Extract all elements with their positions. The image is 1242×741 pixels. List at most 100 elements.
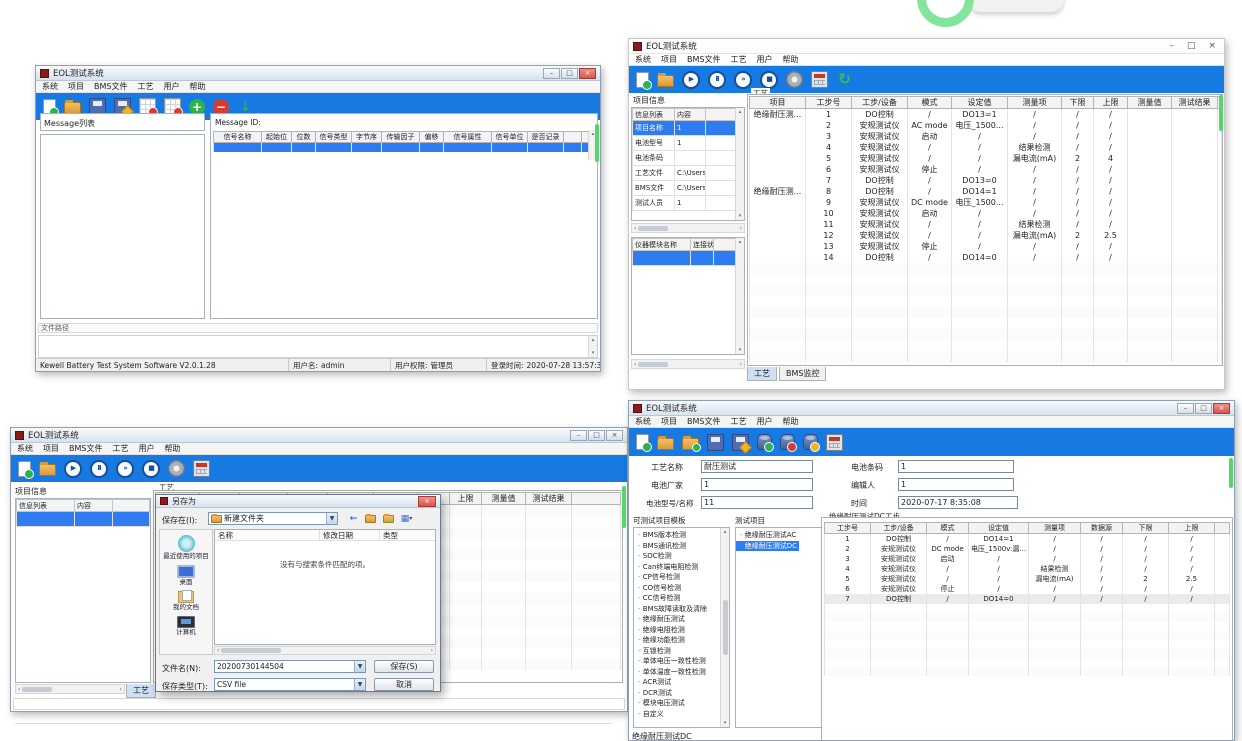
template-item[interactable]: BMS版本检测	[634, 530, 720, 541]
column-header-type[interactable]: 类型	[380, 530, 435, 540]
menu-item[interactable]: 项目	[43, 443, 59, 454]
table-row[interactable]: 项目名称1	[633, 121, 737, 136]
menu-item[interactable]: 项目	[661, 54, 677, 65]
disc-icon[interactable]	[786, 71, 803, 88]
save-in-combo[interactable]: 新建文件夹 ▼	[208, 512, 338, 525]
db-add-icon[interactable]	[757, 434, 772, 450]
modules-vscrollbar[interactable]: ▴ ▾	[735, 238, 744, 354]
new-folder-icon[interactable]	[381, 512, 396, 525]
new-file-icon[interactable]	[636, 434, 649, 450]
table-row[interactable]: 1DO控制/DO14=1////	[825, 534, 1230, 545]
template-item[interactable]: ACR测试	[634, 677, 720, 688]
column-header[interactable]: 工步/设备	[871, 523, 927, 534]
close-button[interactable]: ×	[606, 430, 623, 441]
column-header[interactable]: 信息列表	[17, 500, 75, 512]
table-row[interactable]	[17, 512, 150, 527]
minimize-button[interactable]: –	[543, 68, 560, 79]
table-row[interactable]: 9安规测试仪DC mode电压_1500...///	[750, 197, 1222, 208]
scroll-up-icon[interactable]: ▴	[739, 109, 742, 115]
titlebar[interactable]: EOL测试系统 – □ ×	[11, 428, 627, 443]
table-row[interactable]: 绝缘耐压测...8DO控制/DO14=1///	[750, 186, 1222, 197]
column-header[interactable]: 工步号	[825, 523, 871, 534]
column-header[interactable]: 测量值	[1128, 97, 1172, 109]
add-folder-icon[interactable]	[682, 438, 699, 450]
pause-icon[interactable]: II	[90, 460, 108, 478]
template-item[interactable]: 单体温度一致性检测	[634, 667, 720, 678]
column-header[interactable]: 内容	[75, 500, 113, 512]
scroll-left-icon[interactable]: ‹	[217, 647, 219, 654]
battery-model-input[interactable]: 11	[701, 496, 813, 509]
column-header[interactable]: 上限	[1169, 523, 1215, 534]
menu-item[interactable]: BMS文件	[687, 416, 720, 427]
template-item[interactable]: 单体电压一致性检测	[634, 656, 720, 667]
menu-item[interactable]: BMS文件	[94, 81, 127, 92]
column-header[interactable]: 设定值	[952, 97, 1008, 109]
column-header[interactable]: 信号属性	[444, 132, 492, 143]
calculator-icon[interactable]	[826, 434, 843, 451]
maximize-button[interactable]: □	[588, 430, 605, 441]
modules-hscrollbar[interactable]: ‹›	[631, 359, 745, 369]
menu-item[interactable]: 系统	[635, 416, 651, 427]
scroll-right-icon[interactable]: ›	[740, 225, 742, 232]
disc-icon[interactable]	[168, 460, 185, 477]
close-button[interactable]: ×	[579, 68, 596, 79]
menu-item[interactable]: 系统	[17, 443, 33, 454]
filename-input[interactable]: 20200730144504 ▼	[214, 660, 366, 673]
column-header[interactable]: 上限	[450, 493, 482, 505]
column-header[interactable]: 字节序	[352, 132, 382, 143]
db-remove-icon[interactable]	[780, 434, 795, 450]
template-item[interactable]: CO信号检测	[634, 583, 720, 594]
place-desktop[interactable]: 桌面	[160, 565, 212, 586]
table-row[interactable]	[214, 143, 595, 152]
fast-forward-icon[interactable]: »	[734, 71, 752, 89]
column-header[interactable]: 信号名称	[214, 132, 262, 143]
menu-item[interactable]: 用户	[138, 443, 154, 454]
filetype-select[interactable]: CSV file ▼	[214, 678, 366, 691]
menu-item[interactable]: 工艺	[112, 443, 128, 454]
menu-item[interactable]: 工艺	[137, 81, 153, 92]
scroll-left-icon[interactable]: ‹	[18, 686, 20, 693]
menu-item[interactable]: 帮助	[782, 54, 798, 65]
tab-process[interactable]: 工艺	[126, 684, 156, 698]
table-row[interactable]	[633, 251, 737, 266]
column-header[interactable]: 传输因子	[382, 132, 420, 143]
scroll-down-icon[interactable]: ▾	[592, 350, 595, 356]
scroll-right-icon[interactable]: ›	[740, 361, 742, 368]
column-header-name[interactable]: 名称	[215, 530, 320, 540]
column-header[interactable]: 工步号	[806, 97, 852, 109]
column-header[interactable]: 是否记录	[528, 132, 564, 143]
minimize-button[interactable]: –	[1169, 41, 1174, 51]
column-header[interactable]: 下限	[1123, 523, 1169, 534]
pause-icon[interactable]: II	[708, 71, 726, 89]
template-item[interactable]: 绝缘功能检测	[634, 635, 720, 646]
scroll-up-icon[interactable]: ▴	[592, 337, 595, 343]
template-item[interactable]: 自定义	[634, 709, 720, 720]
table-row[interactable]: 6安规测试仪停止////	[750, 164, 1222, 175]
dialog-titlebar[interactable]: 另存为 ×	[156, 495, 440, 508]
chevron-down-icon[interactable]: ▼	[354, 661, 365, 672]
test-item[interactable]: 绝缘耐压测试AC	[736, 530, 822, 541]
column-header[interactable]: 测试结果	[1172, 97, 1218, 109]
template-item[interactable]: 模块电压测试	[634, 698, 720, 709]
battery-vendor-input[interactable]: 1	[701, 478, 813, 491]
time-input[interactable]: 2020-07-17 8:35:08	[898, 496, 1018, 509]
scroll-down-icon[interactable]: ▾	[739, 213, 742, 219]
minimize-button[interactable]: –	[1177, 403, 1194, 414]
maximize-button[interactable]: □	[1187, 41, 1196, 51]
menu-item[interactable]: 系统	[42, 81, 58, 92]
menu-item[interactable]: BMS文件	[69, 443, 102, 454]
column-header[interactable]	[564, 132, 582, 143]
new-file-icon[interactable]	[18, 461, 31, 477]
scroll-left-icon[interactable]: ‹	[634, 361, 636, 368]
column-header[interactable]: 仪器模块名称	[633, 239, 691, 251]
column-header[interactable]: 模式	[927, 523, 969, 534]
template-item[interactable]: BMS通讯检测	[634, 541, 720, 552]
scroll-down-icon[interactable]: ▾	[739, 347, 742, 353]
minimize-button[interactable]: –	[570, 430, 587, 441]
save-icon[interactable]	[707, 434, 724, 451]
menu-item[interactable]: 帮助	[164, 443, 180, 454]
column-header[interactable]: 测量值	[482, 493, 526, 505]
new-file-icon[interactable]	[636, 72, 649, 88]
tab-process[interactable]: 工艺	[747, 367, 777, 381]
log-vscrollbar[interactable]: ▴ ▾	[588, 336, 597, 357]
